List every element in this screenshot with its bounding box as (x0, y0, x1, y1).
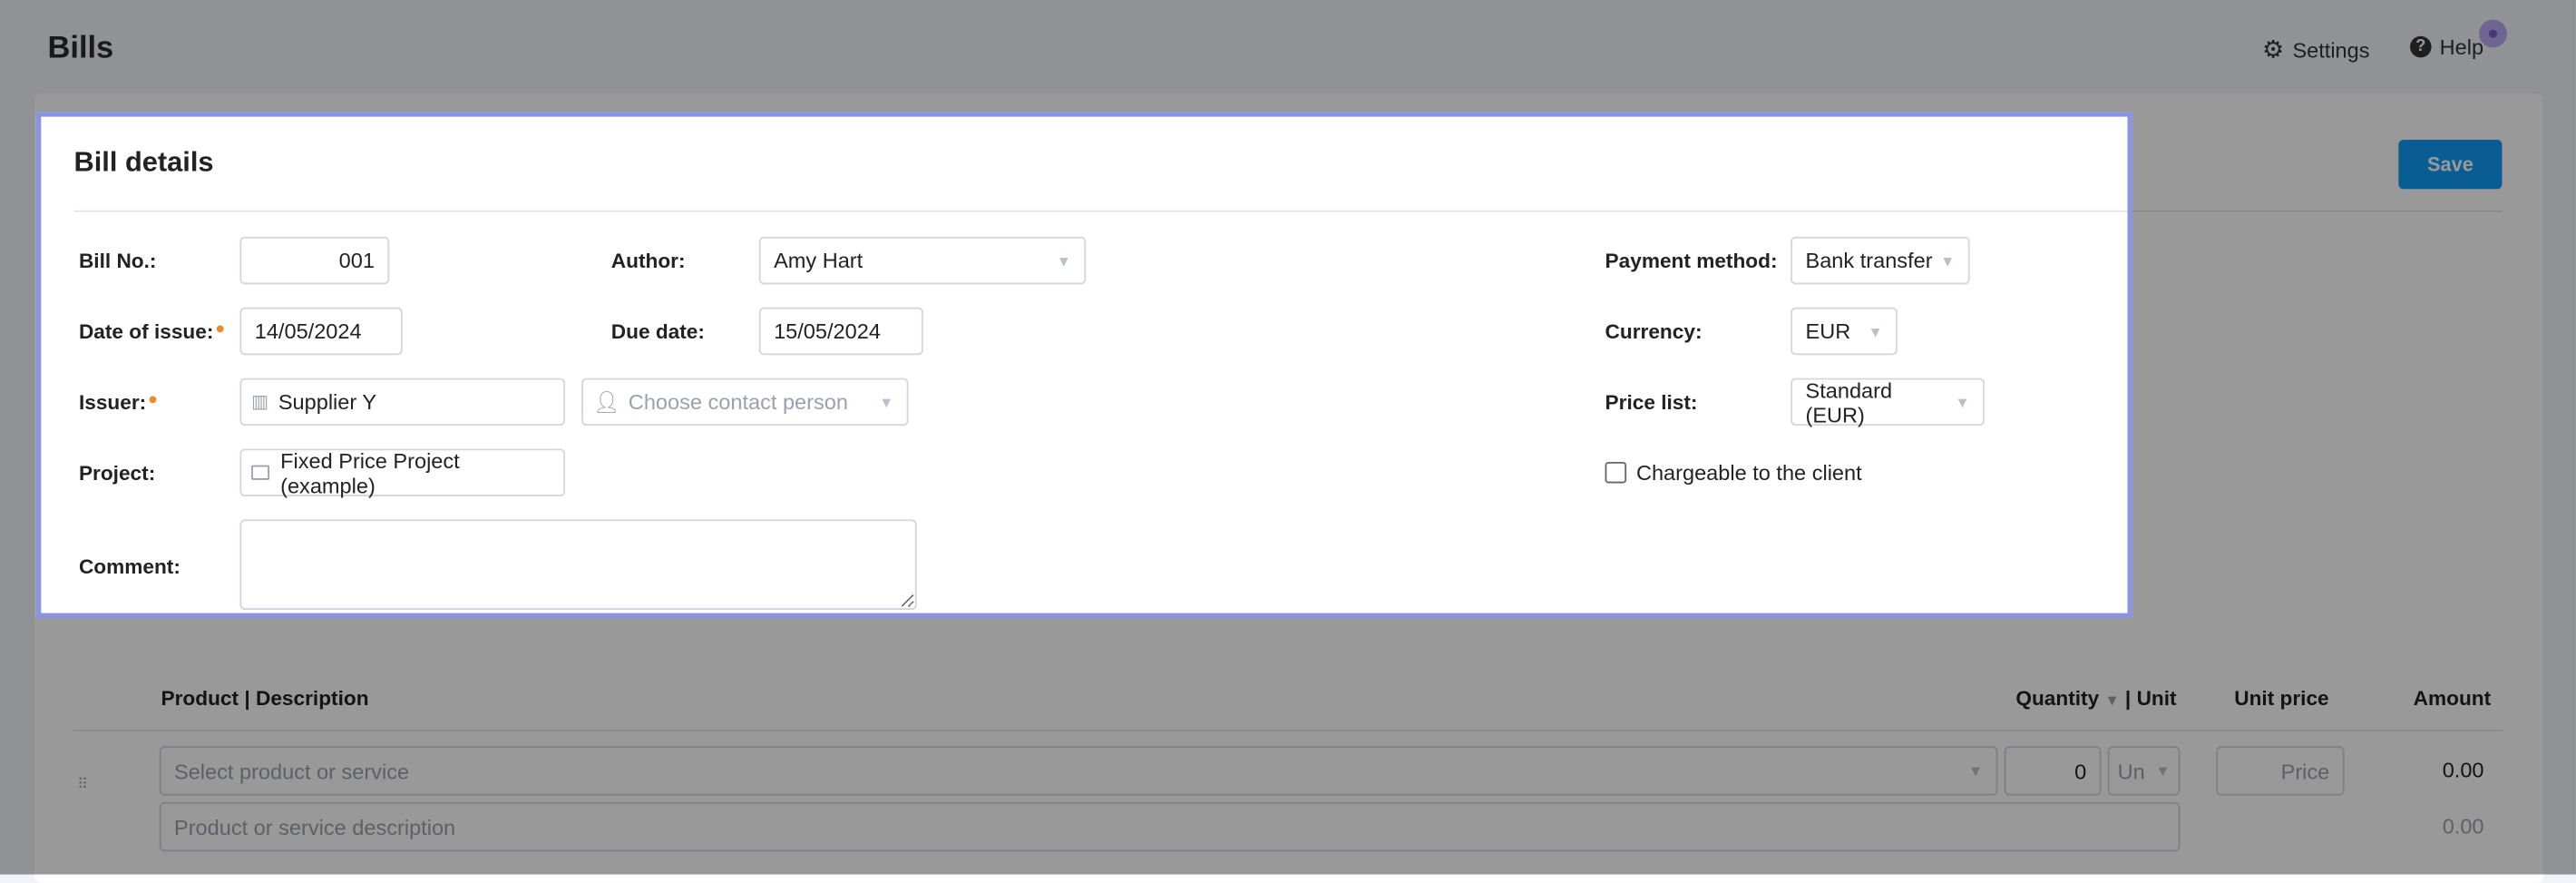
comment-label: Comment: (78, 555, 181, 579)
author-select[interactable]: Amy Hart ▼ (758, 236, 1087, 285)
person-icon: 👤︎ (592, 388, 620, 414)
chargeable-label: Chargeable to the client (1635, 460, 1862, 486)
due-date-label: Due date: (610, 320, 705, 344)
currency-select[interactable]: EUR ▼ (1791, 307, 1898, 356)
price-list-label: Price list: (1605, 391, 1698, 415)
checkbox[interactable] (1605, 461, 1627, 484)
bill-no-input[interactable]: 001 (239, 236, 390, 285)
contact-person-select[interactable]: 👤︎ Choose contact person ▼ (581, 378, 909, 427)
issuer-label: Issuer: ● (78, 391, 158, 415)
briefcase-icon (251, 465, 269, 480)
issuer-input[interactable]: ▥ Supplier Y (239, 378, 566, 427)
comment-textarea[interactable] (239, 519, 917, 610)
modal-title: Bill details (73, 146, 214, 178)
date-of-issue-input[interactable]: 14/05/2024 (239, 307, 403, 356)
payment-method-label: Payment method: (1605, 250, 1778, 273)
project-label: Project: (78, 461, 156, 486)
payment-method-select[interactable]: Bank transfer ▼ (1791, 236, 1970, 285)
author-label: Author: (610, 250, 686, 273)
price-list-select[interactable]: Standard (EUR) ▼ (1791, 378, 1985, 427)
date-of-issue-label: Date of issue: ● (78, 320, 226, 344)
modal-divider (73, 210, 2128, 212)
bill-no-label: Bill No.: (78, 250, 157, 273)
bill-details-modal: Bill details Bill No.: 001 Author: Amy H… (35, 112, 2132, 619)
building-icon: ▥ (251, 392, 268, 413)
currency-label: Currency: (1605, 320, 1703, 344)
chargeable-checkbox[interactable]: Chargeable to the client (1605, 460, 1862, 485)
due-date-input[interactable]: 15/05/2024 (758, 307, 923, 356)
project-input[interactable]: Fixed Price Project (example) (239, 448, 566, 497)
